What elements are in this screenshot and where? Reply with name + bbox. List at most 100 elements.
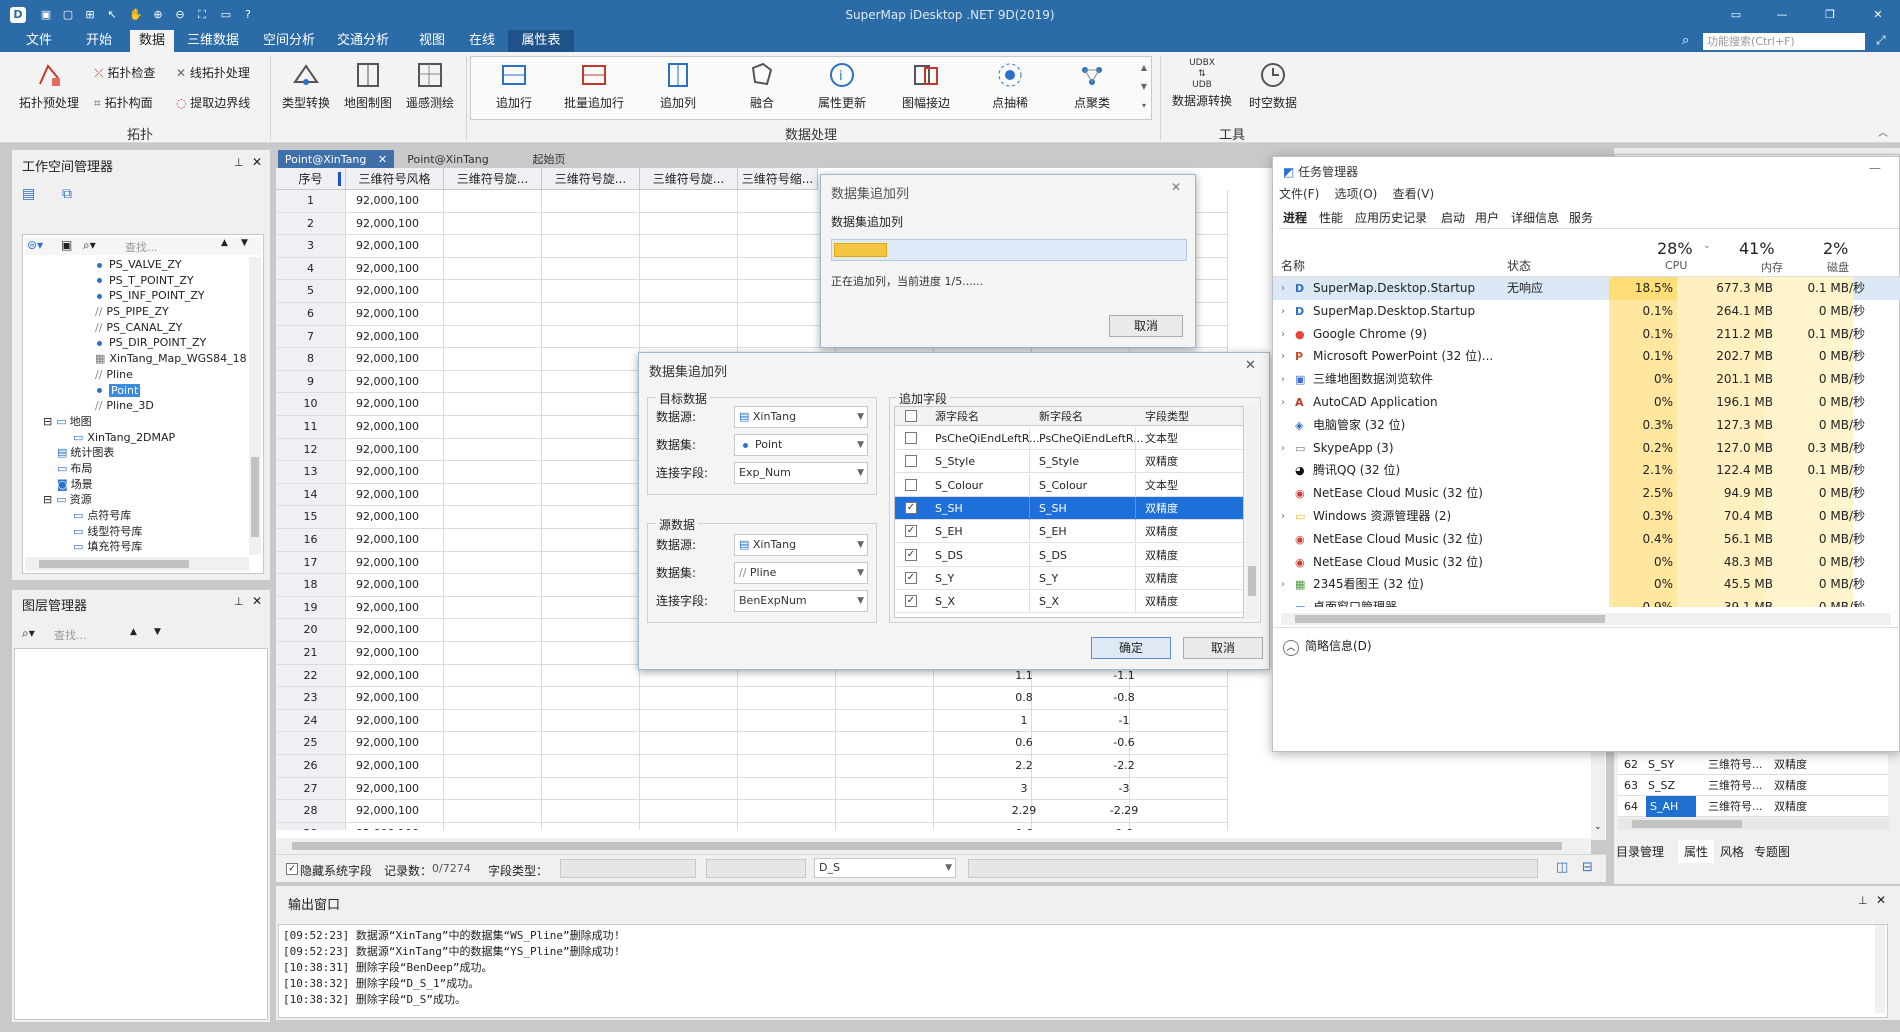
table-cell[interactable]: 92,000,100	[346, 732, 444, 755]
field-checkbox[interactable]: ✓	[905, 501, 917, 514]
col-header[interactable]: 三维符号风格	[346, 168, 444, 190]
table-cell[interactable]	[542, 642, 640, 665]
restore-icon[interactable]: ▭	[1728, 7, 1744, 23]
tm-process-row[interactable]: ▭ 桌面窗口管理器 0.9% 39.1 MB 0 MB/秒	[1273, 596, 1900, 607]
gallery-scroll-icon[interactable]: ▲ ▼ ▾	[1138, 58, 1150, 116]
table-cell[interactable]	[542, 687, 640, 710]
row-index[interactable]: 2	[276, 212, 346, 236]
expand-chevron-icon[interactable]: ›	[1281, 437, 1285, 460]
collapse-icon[interactable]: ⊟	[43, 493, 52, 506]
tree-item-selected[interactable]: Point	[23, 383, 249, 399]
tm-tab-services[interactable]: 服务	[1569, 209, 1593, 226]
row-index[interactable]: 1	[276, 190, 346, 213]
point-cluster-button[interactable]: 点聚类	[1060, 60, 1124, 111]
expand-chevron-icon[interactable]: ›	[1281, 323, 1285, 346]
split-horizontal-icon[interactable]: ⊟	[1582, 860, 1593, 875]
menu-data[interactable]: 数据	[130, 30, 174, 52]
tree-search-input[interactable]: 查找...	[125, 239, 158, 255]
expand-chevron-icon[interactable]: ›	[1281, 345, 1285, 368]
table-cell[interactable]	[444, 574, 542, 597]
table-cell[interactable]	[640, 709, 738, 733]
table-cell[interactable]: 92,000,100	[346, 529, 444, 552]
tm-process-row[interactable]: › ● Google Chrome (9) 0.1% 211.2 MB 0.1 MB/秒	[1273, 322, 1900, 346]
table-cell[interactable]	[444, 822, 542, 830]
progress-close-icon[interactable]: ✕	[1171, 180, 1181, 194]
tm-process-row[interactable]: ◉ NetEase Cloud Music (32 位) 0% 48.3 MB 0 MB…	[1273, 550, 1900, 574]
table-cell[interactable]: 92,000,100	[346, 190, 444, 213]
col-header[interactable]: 三维符号旋...	[444, 168, 542, 190]
tree-item[interactable]: PS_T_POINT_ZY	[23, 273, 249, 289]
field-select[interactable]: D_S ▼	[814, 858, 956, 878]
expand-chevron-icon[interactable]: ›	[1281, 573, 1285, 596]
table-cell[interactable]	[444, 393, 542, 416]
row-index[interactable]: 8	[276, 348, 346, 371]
table-cell[interactable]	[542, 619, 640, 642]
table-cell[interactable]	[444, 506, 542, 529]
row-index[interactable]: 4	[276, 257, 346, 281]
table-cell[interactable]	[444, 664, 542, 688]
tree-item[interactable]: ▭ XinTang_2DMAP	[23, 430, 249, 446]
table-cell[interactable]: 92,000,100	[346, 596, 444, 620]
scroll-thumb[interactable]	[1295, 615, 1605, 623]
table-cell[interactable]: 92,000,100	[346, 642, 444, 665]
row-index[interactable]: 16	[276, 529, 346, 552]
table-cell[interactable]: 92,000,100	[346, 619, 444, 642]
table-cell[interactable]: 92,000,100	[346, 506, 444, 529]
table-cell[interactable]	[640, 687, 738, 710]
row-index[interactable]: 9	[276, 370, 346, 394]
attribute-update-button[interactable]: i 属性更新	[810, 60, 874, 111]
layer-search-input[interactable]: 查找...	[54, 627, 87, 643]
table-cell[interactable]	[738, 755, 836, 778]
layer-search-icon[interactable]: ⌕▾	[22, 626, 35, 641]
table-cell[interactable]	[640, 777, 738, 801]
tm-process-row[interactable]: › ▦ 2345看图王 (32 位) 0% 45.5 MB 0 MB/秒	[1273, 573, 1900, 597]
menu-view[interactable]: 视图	[410, 30, 454, 52]
point-thin-button[interactable]: 点抽稀	[978, 60, 1042, 111]
row-index[interactable]: 22	[276, 664, 346, 688]
tree-item[interactable]: PS_DIR_POINT_ZY	[23, 335, 249, 351]
tree-item[interactable]: ▭ 线型符号库	[23, 524, 249, 540]
table-cell[interactable]	[542, 370, 640, 394]
col-header[interactable]: 三维符号旋...	[542, 168, 640, 190]
zoom-in-icon[interactable]: ⊕	[150, 7, 166, 23]
table-cell[interactable]	[444, 732, 542, 755]
tree-item[interactable]: ∕∕ Pline_3D	[23, 398, 249, 414]
table-cell[interactable]	[640, 822, 738, 830]
field-checkbox[interactable]: ✓	[905, 595, 917, 608]
table-cell-value[interactable]: 0.8	[994, 687, 1054, 710]
append-cancel-button[interactable]: 取消	[1183, 637, 1263, 659]
expand-chevron-icon[interactable]: ›	[1281, 277, 1285, 300]
tm-process-row[interactable]: ◈ 电脑管家 (32 位) 0.3% 127.3 MB 0 MB/秒	[1273, 413, 1900, 437]
scroll-thumb[interactable]	[1248, 566, 1256, 596]
table-cell[interactable]: 92,000,100	[346, 348, 444, 371]
tab-attributes[interactable]: 属性	[1678, 840, 1715, 863]
row-index[interactable]: 29	[276, 822, 346, 830]
append-field-row[interactable]: ✓ S_DS S_DS 双精度	[895, 543, 1243, 567]
expand-icon[interactable]: ⤢	[1876, 33, 1886, 48]
table-cell-value[interactable]: -0.8	[1094, 687, 1154, 710]
table-cell[interactable]	[444, 800, 542, 823]
tree-item[interactable]: ∕∕ Pline	[23, 367, 249, 383]
table-cell[interactable]	[542, 393, 640, 416]
col-header-index[interactable]: 序号	[276, 168, 346, 190]
open-workspace-icon[interactable]: ⊜▾	[27, 238, 43, 252]
tree-item[interactable]: ▭ 填充符号库	[23, 539, 249, 555]
table-cell[interactable]	[444, 461, 542, 484]
scroll-down-icon[interactable]: ⌄	[1594, 822, 1602, 832]
tree-hscrollbar[interactable]	[25, 557, 249, 571]
row-index[interactable]: 3	[276, 235, 346, 258]
tab-thematic[interactable]: 专题图	[1754, 843, 1790, 860]
progress-cancel-button[interactable]: 取消	[1109, 315, 1183, 337]
table-cell[interactable]: 92,000,100	[346, 235, 444, 258]
menu-traffic-analysis[interactable]: 交通分析	[330, 30, 396, 52]
tm-process-row[interactable]: ◉ NetEase Cloud Music (32 位) 0.4% 56.1 MB 0 …	[1273, 527, 1900, 551]
table-cell[interactable]	[640, 325, 738, 349]
table-cell[interactable]	[444, 551, 542, 575]
table-cell[interactable]	[836, 800, 934, 823]
datasource-convert-button[interactable]: UDBX ⇅ UDB 数据源转换	[1162, 58, 1242, 109]
tm-minimize-icon[interactable]: —	[1869, 161, 1881, 175]
line-topo-button[interactable]: ✕ 线拓扑处理	[176, 64, 250, 81]
tree-item[interactable]: ▦ XinTang_Map_WGS84_18	[23, 351, 249, 367]
row-index[interactable]: 14	[276, 483, 346, 507]
table-cell-value[interactable]: 2.2	[994, 755, 1054, 778]
